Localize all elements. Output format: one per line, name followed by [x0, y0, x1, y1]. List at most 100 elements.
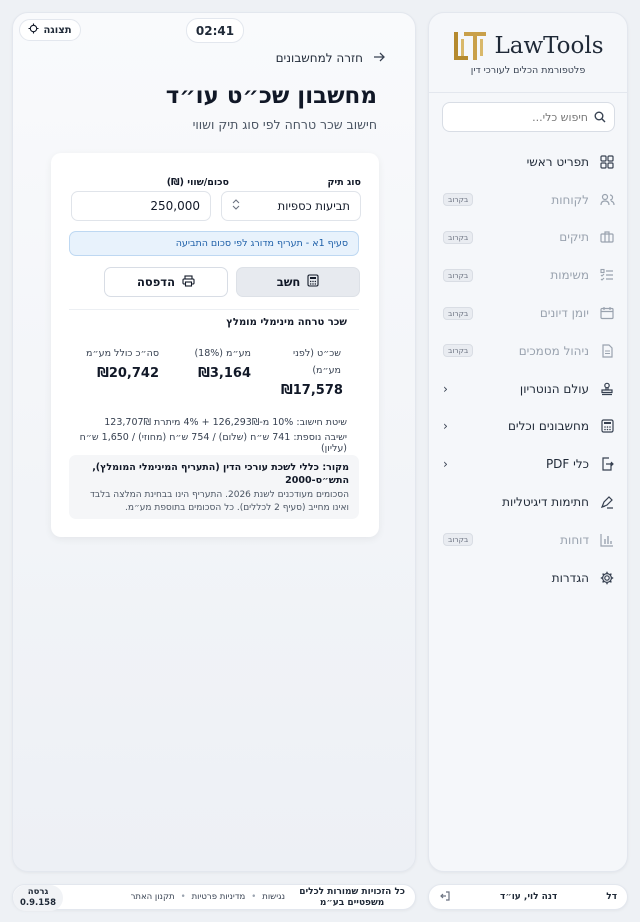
footer-links: נגישות • מדיניות פרטיות • תקנון האתר: [131, 892, 285, 902]
search-input[interactable]: [451, 110, 588, 124]
printer-icon: [182, 274, 195, 290]
logout-icon[interactable]: [439, 890, 451, 905]
copyright: כל הזכויות שמורות לכלים משפטיים בע״מ: [299, 887, 405, 909]
sidebar-item[interactable]: יומן דיונים בקרוב: [429, 294, 629, 332]
sidebar-item-label: תפריט ראשי: [526, 154, 589, 169]
coming-soon-badge: בקרוב: [443, 306, 474, 320]
results-title: שכר טרחה מינימלי מומלץ: [226, 317, 347, 328]
select-arrows-icon: [232, 199, 240, 213]
case-type-value: תביעות כספיות: [277, 199, 350, 213]
sidebar-item[interactable]: ניהול מסמכים בקרוב: [429, 332, 629, 370]
coming-soon-badge: בקרוב: [443, 533, 474, 547]
coming-soon-badge: בקרוב: [443, 344, 474, 358]
sidebar-item-label: מחשבונים וכלים: [507, 419, 589, 434]
signature-pen-icon: [599, 494, 615, 510]
grid-icon: [599, 154, 615, 170]
lawtools-logo-mark-icon: [452, 29, 488, 63]
fee-label-line1: שכ״ט (לפני: [292, 348, 341, 359]
sidebar: LawTools פלטפורמת הכלים לעורכי דין תפריט…: [428, 12, 628, 872]
footer-link-separator: •: [180, 892, 186, 902]
preview-button[interactable]: תצוגה: [19, 19, 81, 41]
document-icon: [599, 343, 615, 359]
fee-label-line2: מע״מ): [312, 365, 341, 376]
page-subtitle: חישוב שכר טרחה לפי סוג תיק ושווי: [192, 117, 377, 132]
source-title-line1: מקור: כללי לשכת עורכי הדין (התעריף המיני…: [92, 462, 349, 473]
sidebar-item-label: הגדרות: [551, 570, 589, 585]
calculate-button[interactable]: חשב: [236, 267, 360, 297]
calendar-icon: [599, 305, 615, 321]
back-arrow-icon: [373, 51, 385, 65]
amount-value: 250,000: [150, 199, 200, 213]
fee-value: ₪17,578: [281, 383, 343, 398]
sidebar-item-label: תיקים: [559, 230, 589, 245]
print-label: הדפסה: [137, 275, 175, 289]
logo-subtitle: פלטפורמת הכלים לעורכי דין: [470, 65, 586, 76]
source-title-line2: התש״ס-2000: [285, 475, 349, 486]
sidebar-item[interactable]: עולם הנוטריון ›: [429, 370, 629, 408]
fee-result: שכ״ט (לפני מע״מ) ₪17,578: [281, 345, 343, 398]
divider: [69, 309, 359, 310]
sidebar-item[interactable]: תיקים בקרוב: [429, 219, 629, 257]
sidebar-item[interactable]: חתימות דיגיטליות: [429, 483, 629, 521]
checklist-icon: [599, 267, 615, 283]
search-icon: [594, 108, 606, 127]
calculate-label: חשב: [276, 275, 301, 289]
sidebar-item-label: כלי PDF: [545, 457, 589, 472]
sidebar-item[interactable]: מחשבונים וכלים ›: [429, 408, 629, 446]
amount-input[interactable]: 250,000: [71, 191, 211, 221]
user-name[interactable]: דנה לוי, עו״ד: [451, 892, 606, 902]
version-value: 0.9.158: [19, 898, 57, 908]
extra-session-note: ישיבה נוספת: 741 ש״ח (שלום) / 754 ש״ח (מ…: [79, 432, 347, 454]
back-link[interactable]: חזרה למחשבונים: [276, 51, 385, 65]
logo[interactable]: LawTools פלטפורמת הכלים לעורכי דין: [429, 13, 627, 93]
bar-chart-icon: [599, 532, 615, 548]
calculator-icon: [599, 418, 615, 434]
sidebar-item[interactable]: תפריט ראשי: [429, 143, 629, 181]
user-bar: דל דנה לוי, עו״ד: [428, 884, 628, 910]
sidebar-item[interactable]: הגדרות: [429, 559, 629, 597]
sidebar-item-label: משימות: [550, 268, 589, 283]
tariff-info-text: סעיף 1א - תעריף מדורג לפי סכום התביעה: [175, 238, 348, 249]
sidebar-item-label: לקוחות: [551, 192, 589, 207]
briefcase-icon: [599, 229, 615, 245]
calc-method-note: שיטת חישוב: 10% מ-126,293₪ + 4% מיתרת 12…: [104, 417, 347, 428]
vat-value: ₪3,164: [198, 366, 251, 381]
sparkle-icon: [28, 23, 39, 37]
logo-text: LawTools: [494, 33, 604, 59]
sidebar-item-label: יומן דיונים: [539, 306, 589, 321]
coming-soon-badge: בקרוב: [443, 268, 474, 282]
tariff-info-banner: סעיף 1א - תעריף מדורג לפי סכום התביעה: [69, 231, 359, 256]
footer-link[interactable]: מדיניות פרטיות: [192, 892, 246, 902]
chevron-icon: ›: [443, 381, 448, 396]
vat-result: מע״מ (18%) ₪3,164: [181, 345, 251, 381]
print-button[interactable]: הדפסה: [104, 267, 228, 297]
coming-soon-badge: בקרוב: [443, 193, 474, 207]
footer-link[interactable]: תקנון האתר: [131, 892, 175, 902]
sidebar-item[interactable]: לקוחות בקרוב: [429, 181, 629, 219]
sidebar-item-label: חתימות דיגיטליות: [502, 495, 589, 510]
source-desc-line1: הסכומים מעודכנים לשנת 2026. התעריף הינו …: [90, 490, 349, 500]
sidebar-item-label: עולם הנוטריון: [519, 381, 589, 396]
footer-link-separator: •: [251, 892, 257, 902]
search-box: [442, 102, 615, 132]
source-desc-line2: ואינו מחייב (סעיף 2 לכללים). כל הסכומים …: [125, 503, 349, 513]
chevron-icon: ›: [443, 457, 448, 472]
total-value: ₪20,742: [97, 366, 159, 381]
total-result: סה״כ כולל מע״מ ₪20,742: [69, 345, 159, 381]
copyright-line1: כל הזכויות שמורות לכלים: [299, 887, 405, 897]
main-panel: תצוגה 02:41 חזרה למחשבונים מחשבון שכ״ט ע…: [12, 12, 416, 872]
sidebar-item[interactable]: דוחות בקרוב: [429, 521, 629, 559]
preview-label: תצוגה: [43, 24, 72, 36]
stamp-icon: [599, 381, 615, 397]
sidebar-item[interactable]: כלי PDF ›: [429, 445, 629, 483]
footer-link[interactable]: נגישות: [262, 892, 285, 902]
pdf-export-icon: [599, 456, 615, 472]
footer: כל הזכויות שמורות לכלים משפטיים בע״מ נגי…: [12, 884, 416, 911]
sidebar-item[interactable]: משימות בקרוב: [429, 256, 629, 294]
version-label: גרסה: [27, 887, 49, 897]
case-type-select[interactable]: תביעות כספיות: [221, 191, 361, 221]
vat-label: מע״מ (18%): [194, 348, 251, 359]
user-initials: דל: [606, 892, 617, 902]
chevron-icon: ›: [443, 419, 448, 434]
sidebar-item-label: ניהול מסמכים: [518, 343, 589, 358]
